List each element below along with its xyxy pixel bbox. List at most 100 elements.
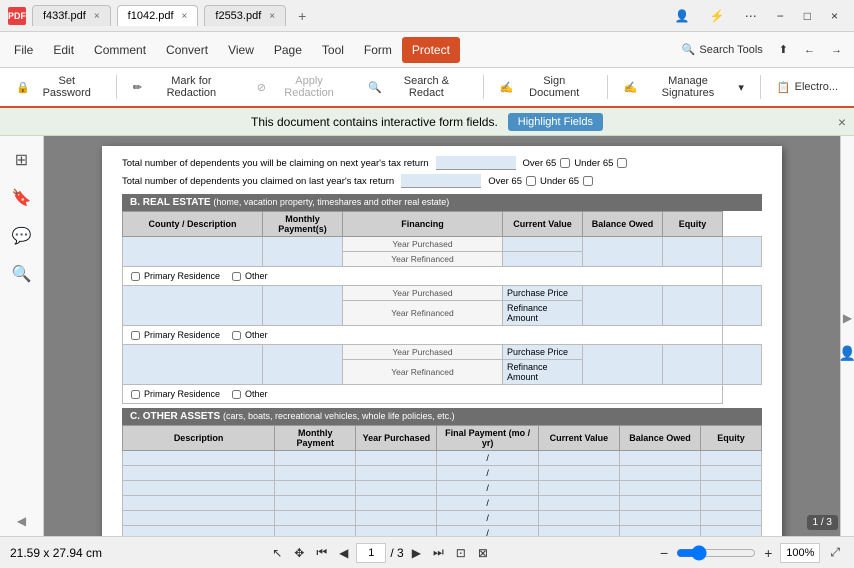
menu-tool[interactable]: Tool [312,37,354,63]
monthly-payment-cell-3[interactable] [263,345,343,385]
fullscreen-button[interactable]: ⤢ [826,543,844,562]
select-tool-button[interactable]: ✥ [290,544,308,562]
over65-checkbox-2[interactable] [526,176,536,186]
purchase-price-cell-3[interactable]: Purchase Price [503,345,583,360]
last-page-button[interactable]: ⏭ [429,543,448,562]
county-cell-1[interactable] [123,237,263,267]
zoom-level-input[interactable] [780,543,820,563]
primary-residence-label-3: Primary Residence [144,389,220,399]
primary-residence-checkbox-3[interactable] [131,390,140,399]
add-tab-button[interactable]: + [292,8,312,24]
manage-signatures-button[interactable]: ✍ Manage Signatures ▾ [616,71,752,103]
equity-cell-1[interactable] [723,237,762,267]
sidebar-comments-icon[interactable]: 💬 [6,220,38,252]
avatar-button[interactable]: 👤 [667,5,698,27]
tab-label: f2553.pdf [215,10,261,22]
forward-button[interactable]: → [823,40,850,60]
back-button[interactable]: ← [796,40,823,60]
fit-width-button[interactable]: ⊡ [452,544,470,562]
current-value-cell-1[interactable] [583,237,663,267]
sign-document-button[interactable]: ✍ Sign Document [492,71,599,103]
real-estate-table: County / Description Monthly Payment(s) … [122,211,762,404]
monthly-payment-cell-1[interactable] [263,237,343,267]
menu-view[interactable]: View [218,37,264,63]
zoom-in-button[interactable]: + [762,543,774,563]
tab-close-icon[interactable]: × [94,11,100,22]
county-cell-3[interactable] [123,345,263,385]
year-refinanced-label-1: Year Refinanced [343,252,503,267]
extra-button[interactable]: ⚡ [702,5,733,27]
current-value-cell-2[interactable] [583,286,663,326]
search-tools-button[interactable]: 🔍 Search Tools [674,39,771,60]
equity-cell-3[interactable] [723,345,762,385]
sidebar-pages-icon[interactable]: ⊞ [9,144,34,176]
balance-owed-cell-1[interactable] [663,237,723,267]
sidebar-collapse-arrow[interactable]: ◀ [17,514,26,528]
under65-checkbox-2[interactable] [583,176,593,186]
dependents-next-year-input[interactable] [436,156,516,170]
share-button[interactable]: ⬆ [771,39,796,60]
page-number-input[interactable] [356,543,386,563]
balance-owed-cell-3[interactable] [663,345,723,385]
cursor-tool-button[interactable]: ↖ [268,544,286,562]
sidebar-bookmarks-icon[interactable]: 🔖 [6,182,38,214]
menu-convert[interactable]: Convert [156,37,218,63]
year-purchased-label-3: Year Purchased [343,345,503,360]
purchase-price-cell-2[interactable]: Purchase Price [503,286,583,301]
menu-page[interactable]: Page [264,37,312,63]
next-page-button[interactable]: ▶ [408,544,425,562]
table-row: Year Purchased Purchase Price [123,286,762,301]
monthly-payment-cell-2[interactable] [263,286,343,326]
set-password-button[interactable]: 🔒 Set Password [8,71,108,103]
status-bar: 21.59 x 27.94 cm ↖ ✥ ⏮ ◀ / 3 ▶ ⏭ ⊡ ⊠ − +… [0,536,854,568]
tab-f2553[interactable]: f2553.pdf × [204,5,286,26]
zoom-slider[interactable] [676,545,756,561]
current-value-cell-3[interactable] [583,345,663,385]
col-monthly-payments: Monthly Payment(s) [263,212,343,237]
under65-checkbox-1[interactable] [617,158,627,168]
sidebar-search-icon[interactable]: 🔍 [6,258,38,290]
minimize-button[interactable]: − [769,5,792,27]
prev-page-button[interactable]: ◀ [335,544,352,562]
refinance-amount-cell-1[interactable] [503,252,583,267]
right-sidebar-avatar[interactable]: 👤 [839,345,854,362]
other-checkbox-2[interactable] [232,331,241,340]
apply-redaction-button[interactable]: ⊘ Apply Redaction [249,71,356,103]
menu-file[interactable]: File [4,37,43,63]
electronic-button[interactable]: 📋 Electro... [769,77,846,98]
tab-close-icon[interactable]: × [182,11,188,22]
county-cell-2[interactable] [123,286,263,326]
maximize-button[interactable]: □ [796,5,819,27]
equity-cell-2[interactable] [723,286,762,326]
refinance-amount-cell-3[interactable]: Refinance Amount [503,360,583,385]
menu-comment[interactable]: Comment [84,37,156,63]
mark-for-redaction-button[interactable]: ✏ Mark for Redaction [125,71,245,103]
menu-form[interactable]: Form [354,37,402,63]
more-button[interactable]: ⋯ [737,5,765,27]
first-page-button[interactable]: ⏮ [312,543,331,562]
purchase-price-cell-1[interactable] [503,237,583,252]
notification-close-button[interactable]: × [838,114,846,130]
other-checkbox-3[interactable] [232,390,241,399]
over65-checkbox-1[interactable] [560,158,570,168]
year-purchased-label-1: Year Purchased [343,237,503,252]
menu-edit[interactable]: Edit [43,37,84,63]
highlight-fields-button[interactable]: Highlight Fields [508,113,603,131]
balance-owed-cell-2[interactable] [663,286,723,326]
primary-residence-checkbox-2[interactable] [131,331,140,340]
dependents-last-year-input[interactable] [401,174,481,188]
primary-residence-row-2: Primary Residence Other [127,328,718,342]
refinance-amount-cell-2[interactable]: Refinance Amount [503,301,583,326]
primary-residence-label-2: Primary Residence [144,330,220,340]
menu-protect[interactable]: Protect [402,37,460,63]
tab-f433f[interactable]: f433f.pdf × [32,5,111,26]
tab-close-icon[interactable]: × [269,11,275,22]
other-checkbox-1[interactable] [232,272,241,281]
close-button[interactable]: × [823,5,846,27]
right-expand-arrow[interactable]: ▶ [843,311,852,325]
search-redact-button[interactable]: 🔍 Search & Redact [360,71,475,103]
zoom-out-button[interactable]: − [658,543,670,563]
fit-page-button[interactable]: ⊠ [474,544,492,562]
primary-residence-checkbox-1[interactable] [131,272,140,281]
tab-f1042[interactable]: f1042.pdf × [117,5,199,26]
